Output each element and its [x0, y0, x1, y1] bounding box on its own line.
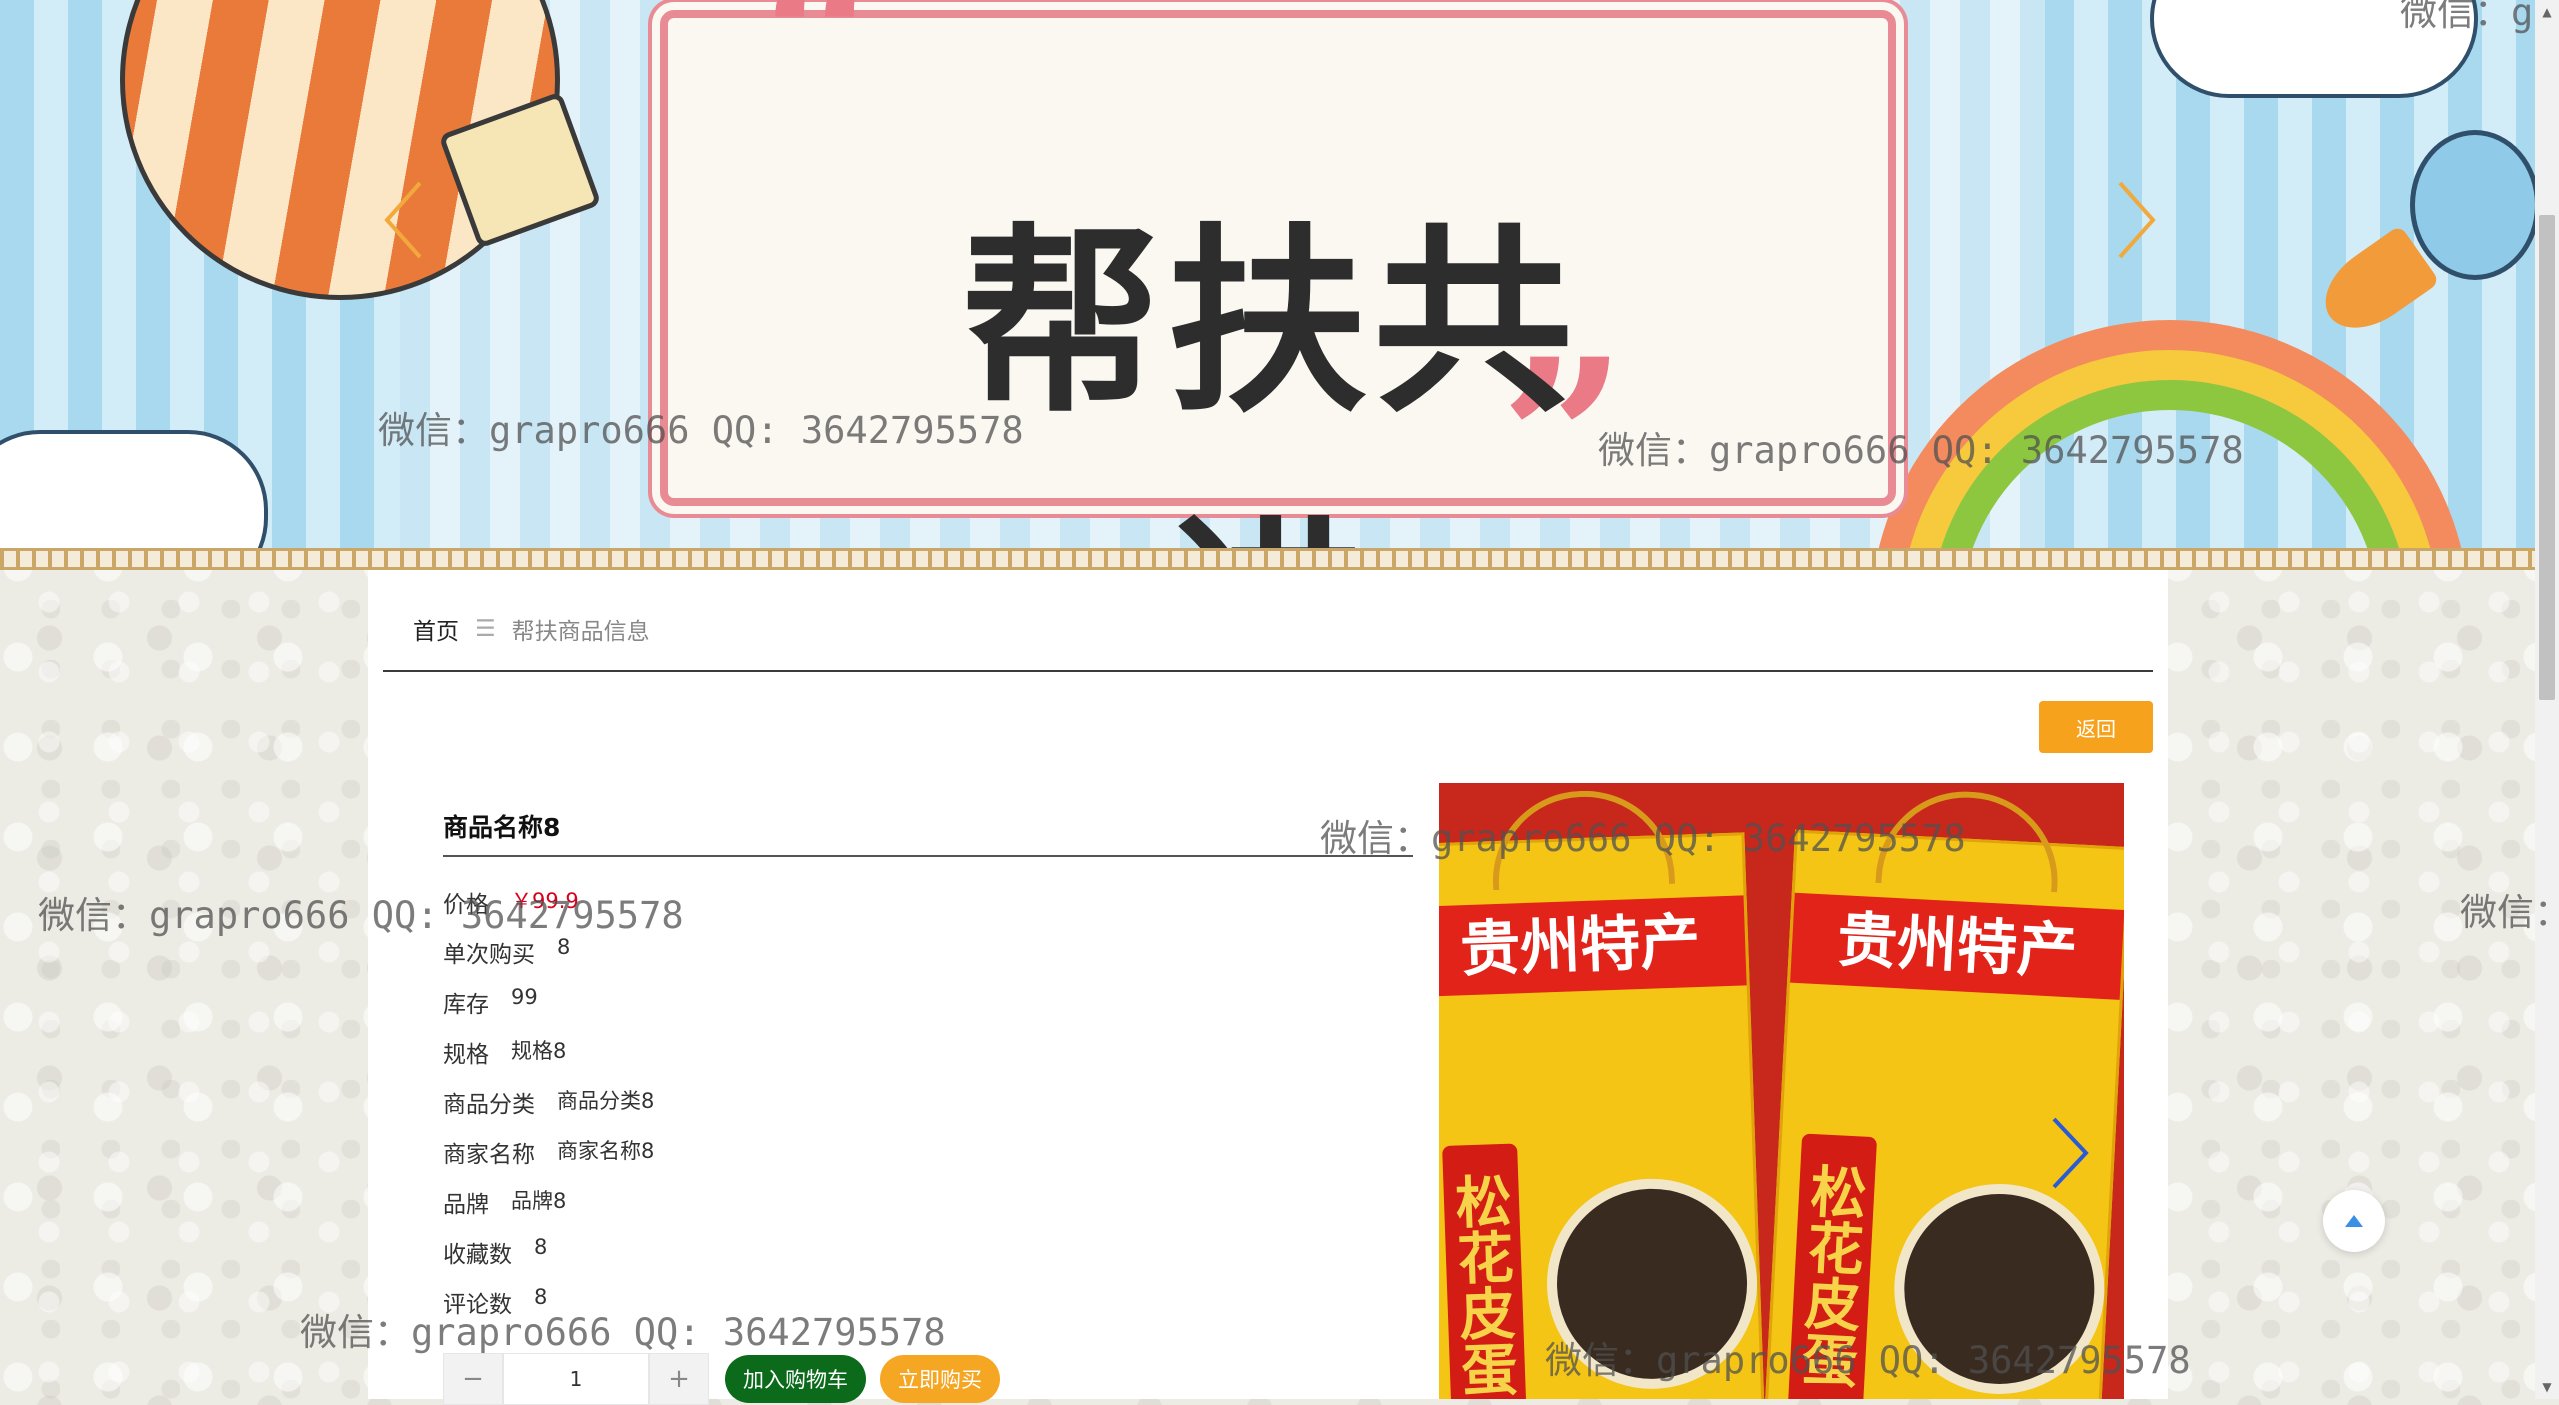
attribute-row-brand: 品牌 品牌8: [443, 1185, 654, 1235]
page-scrollbar[interactable]: ▲ ▼: [2535, 0, 2559, 1399]
attribute-key: 规格: [443, 1042, 489, 1068]
chevron-right-icon: [2052, 1117, 2089, 1189]
quantity-decrease-button[interactable]: −: [443, 1353, 503, 1405]
menu-icon: ☰: [475, 616, 496, 642]
banner-next-button[interactable]: [2105, 175, 2165, 265]
attribute-value: 商品分类8: [557, 1089, 655, 1113]
box-handle: [1875, 787, 2063, 893]
box-label: 贵州特产: [1439, 895, 1747, 997]
attribute-row-favorites: 收藏数 8: [443, 1235, 654, 1285]
add-to-cart-button[interactable]: 加入购物车: [725, 1355, 866, 1403]
lightbulb-illustration: [2410, 130, 2535, 280]
attribute-key: 库存: [443, 992, 489, 1018]
attribute-row-merchant: 商家名称 商家名称8: [443, 1135, 654, 1185]
egg-plate-illustration: [1888, 1178, 2110, 1399]
breadcrumb-current: 帮扶商品信息: [511, 619, 650, 645]
cloud-illustration: [0, 430, 268, 555]
attribute-row-single-purchase: 单次购买 8: [443, 935, 654, 985]
attribute-key: 评论数: [443, 1292, 512, 1318]
product-attributes: 价格 ￥99.9 单次购买 8 库存 99 规格 规格8 商品分类 商品分类8 …: [443, 885, 654, 1335]
attribute-row-stock: 库存 99: [443, 985, 654, 1035]
attribute-key: 商家名称: [443, 1142, 535, 1168]
banner-carousel: “ ” 帮扶共进: [0, 0, 2535, 555]
back-button[interactable]: 返回: [2039, 701, 2153, 753]
attribute-key: 单次购买: [443, 942, 535, 968]
chevron-right-icon: [2118, 181, 2156, 259]
buy-now-button[interactable]: 立即购买: [880, 1355, 1000, 1403]
attribute-key: 收藏数: [443, 1242, 512, 1268]
box-handle: [1489, 787, 1676, 891]
attribute-value: 品牌8: [511, 1189, 567, 1213]
breadcrumb: 首页 ☰ 帮扶商品信息: [413, 612, 650, 646]
quantity-input[interactable]: [503, 1353, 649, 1405]
attribute-key: 品牌: [443, 1192, 489, 1218]
attribute-row-category: 商品分类 商品分类8: [443, 1085, 654, 1135]
image-next-button[interactable]: [2044, 1113, 2094, 1193]
breadcrumb-divider: [383, 670, 2153, 672]
scroll-up-icon[interactable]: ▲: [2535, 0, 2559, 24]
attribute-value: 99: [511, 985, 538, 1009]
scrollbar-thumb[interactable]: [2539, 215, 2555, 700]
product-box-illustration: 贵州特产 松花皮蛋: [1439, 787, 1766, 1399]
quantity-stepper: − + 加入购物车 立即购买: [443, 1353, 1000, 1405]
price-value: ￥99.9: [511, 889, 579, 913]
product-image: 贵州特产 松花皮蛋 贵州特产 松花皮蛋: [1439, 783, 2124, 1399]
attribute-value: 8: [534, 1285, 548, 1309]
attribute-value: 规格8: [511, 1039, 567, 1063]
attribute-row-comments: 评论数 8: [443, 1285, 654, 1335]
decorative-border: [0, 548, 2535, 570]
attribute-key: 商品分类: [443, 1092, 535, 1118]
box-label: 贵州特产: [1790, 892, 2124, 1000]
scroll-down-icon[interactable]: ▼: [2535, 1375, 2559, 1399]
product-detail-panel: 首页 ☰ 帮扶商品信息 返回 商品名称8 价格 ￥99.9 单次购买 8 库存 …: [368, 570, 2168, 1405]
box-vertical-label: 松花皮蛋: [1787, 1133, 1878, 1399]
egg-plate-illustration: [1543, 1175, 1761, 1393]
banner-prev-button[interactable]: [375, 175, 435, 265]
box-vertical-label: 松花皮蛋: [1442, 1143, 1527, 1399]
product-name: 商品名称8: [443, 813, 561, 842]
back-to-top-button[interactable]: [2323, 1190, 2385, 1252]
chevron-left-icon: [384, 181, 422, 259]
attribute-value: 8: [534, 1235, 548, 1259]
quantity-increase-button[interactable]: +: [649, 1353, 709, 1405]
banner-title: 帮扶共进: [960, 207, 1579, 555]
attribute-row-price: 价格 ￥99.9: [443, 885, 654, 935]
breadcrumb-home[interactable]: 首页: [413, 612, 459, 646]
attribute-row-spec: 规格 规格8: [443, 1035, 654, 1085]
attribute-value: 8: [557, 935, 571, 959]
cloud-illustration: [2150, 0, 2478, 98]
open-quote-mark: “: [760, 0, 887, 169]
attribute-value: 商家名称8: [557, 1139, 655, 1163]
attribute-key: 价格: [443, 892, 489, 918]
caret-up-icon: [2345, 1215, 2363, 1227]
product-name-divider: [443, 855, 1413, 857]
